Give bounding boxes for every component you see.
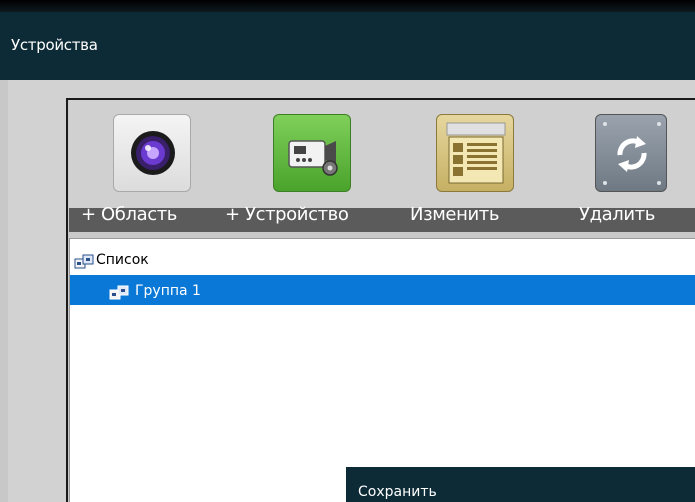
delete-label[interactable]: Удалить (579, 204, 655, 225)
edit-label[interactable]: Изменить (410, 204, 499, 225)
refresh-icon (603, 122, 661, 185)
add-device-label[interactable]: + Устройство (225, 204, 349, 225)
top-strip (0, 0, 695, 12)
device-settings-icon (288, 140, 338, 176)
save-bar: Сохранить (346, 467, 695, 502)
window-title: Устройства (11, 36, 98, 54)
window-titlebar: Устройства (0, 0, 695, 80)
tree-root-label: Список (96, 252, 149, 268)
left-margin (0, 80, 8, 502)
edit-button[interactable] (436, 114, 514, 192)
add-device-button[interactable] (273, 114, 351, 192)
add-area-button[interactable] (113, 114, 191, 192)
add-area-label[interactable]: + Область (81, 204, 177, 225)
device-group-icon (109, 285, 129, 300)
save-button[interactable]: Сохранить (358, 484, 437, 500)
tree-item-label: Группа 1 (135, 283, 201, 299)
device-group-icon (74, 254, 94, 269)
delete-button[interactable] (595, 114, 667, 192)
document-edit-icon (446, 122, 506, 184)
camera-lens-icon (131, 131, 175, 175)
